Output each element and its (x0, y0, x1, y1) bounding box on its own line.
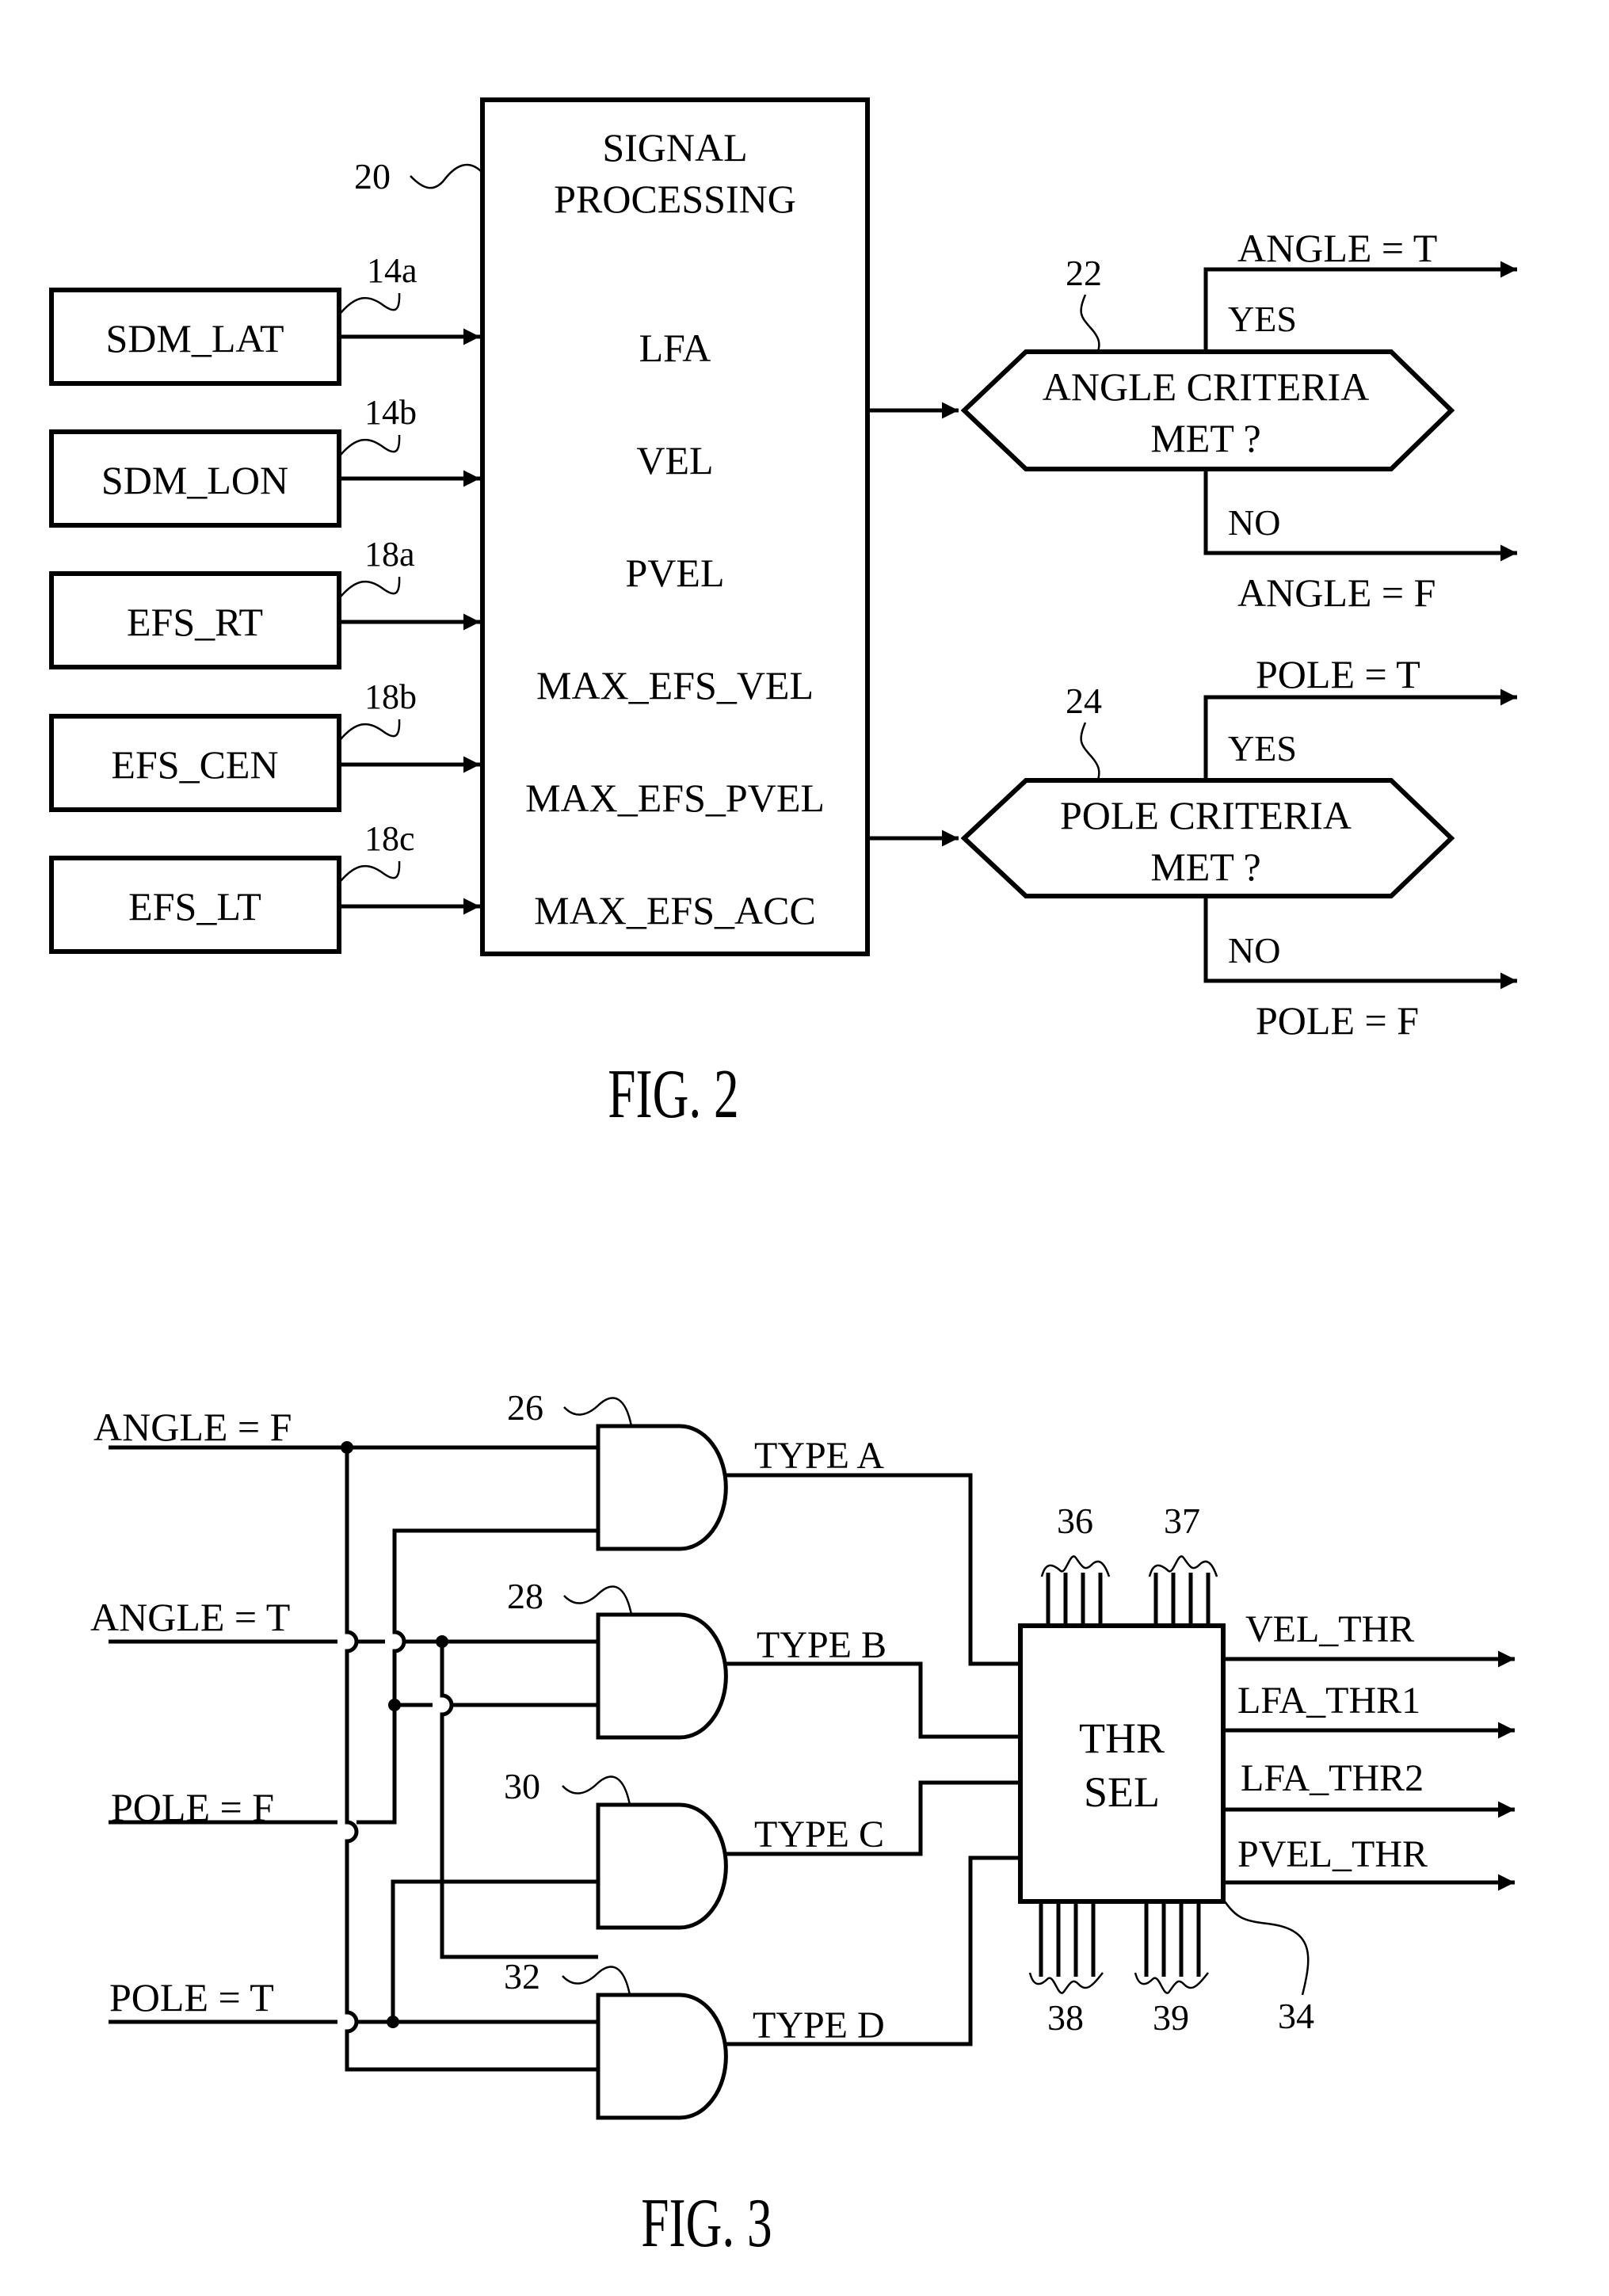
false-output-label: ANGLE = F (1237, 570, 1436, 615)
output-label: LFA_THR1 (1237, 1680, 1420, 1722)
ref-label-34: 34 (1278, 1996, 1314, 2036)
leader-squiggle (1080, 294, 1100, 353)
no-label: NO (1228, 930, 1280, 971)
ref-label: 18c (364, 819, 415, 858)
input-label: SDM_LAT (105, 316, 284, 360)
leader-squiggle (340, 292, 401, 314)
leader-squiggle (410, 163, 483, 189)
and-gate-shape (596, 1612, 728, 1740)
ref-label: 30 (504, 1766, 540, 1806)
ref-label: 32 (504, 1956, 540, 1997)
pole-criteria-decision: POLE CRITERIA MET ? 24 YES NO POLE = T P… (867, 652, 1517, 1043)
and-gate-26: 26 TYPE A (507, 1387, 884, 1551)
processor-signal: MAX_EFS_ACC (534, 888, 816, 933)
ref-label: 14a (367, 251, 418, 290)
bus-39: 39 (1134, 1901, 1209, 2038)
gate-output-label: TYPE B (757, 1624, 886, 1666)
gate-output-wires (724, 1473, 1020, 2046)
false-output-label: POLE = F (1256, 998, 1419, 1043)
figure-caption: FIG. 3 (641, 2184, 772, 2262)
patent-drawing: SIGNAL PROCESSING LFA VEL PVEL MAX_EFS_V… (49, 97, 1517, 2262)
processor-signal: PVEL (626, 551, 725, 595)
processor-signal: VEL (636, 438, 713, 482)
output-label: LFA_THR2 (1241, 1757, 1424, 1799)
input-label: EFS_LT (128, 884, 261, 929)
true-output-label: POLE = T (1256, 652, 1420, 696)
no-label: NO (1228, 502, 1280, 543)
gate-output-label: TYPE C (754, 1814, 884, 1855)
leader-squiggle (563, 1397, 633, 1427)
yes-label: YES (1228, 728, 1297, 769)
decision-line2: MET ? (1150, 845, 1260, 889)
ref-label: 14b (364, 393, 417, 432)
bus-36: 36 (1040, 1501, 1111, 1626)
yes-label: YES (1228, 299, 1297, 339)
ref-label: 36 (1057, 1501, 1093, 1541)
processor-signal: LFA (639, 326, 711, 370)
selector-line1: THR (1079, 1714, 1165, 1762)
input-label: POLE = T (109, 1975, 274, 2019)
leader-squiggle (340, 860, 401, 882)
and-gate-shape (596, 1802, 728, 1930)
input-label: SDM_LON (101, 458, 288, 502)
leader-squiggle (340, 576, 401, 597)
and-gate-28: 28 TYPE B (507, 1576, 886, 1740)
gate-output-label: TYPE A (754, 1435, 884, 1477)
output-label: VEL_THR (1245, 1608, 1414, 1650)
leader-squiggle (563, 1585, 633, 1615)
ref-label: 18a (364, 535, 415, 574)
input-label: ANGLE = T (90, 1595, 290, 1639)
processor-signal: MAX_EFS_VEL (536, 663, 814, 707)
input-sdm-lon: SDM_LON 14b (49, 393, 480, 528)
angle-criteria-decision: ANGLE CRITERIA MET ? 22 YES NO ANGLE = T… (867, 226, 1517, 615)
bus-38: 38 (1028, 1901, 1104, 2038)
leader-squiggle (562, 1966, 631, 1996)
processor-signal: MAX_EFS_PVEL (525, 776, 825, 820)
decision-line2: MET ? (1150, 416, 1260, 460)
ref-label-20: 20 (354, 156, 391, 196)
input-label: EFS_RT (127, 600, 263, 644)
bus-37: 37 (1148, 1501, 1218, 1626)
input-sdm-lat: SDM_LAT 14a (49, 251, 480, 386)
input-label: EFS_CEN (111, 742, 278, 787)
true-output-label: ANGLE = T (1237, 226, 1437, 270)
decision-line1: POLE CRITERIA (1060, 793, 1352, 837)
ref-label: 26 (507, 1387, 543, 1428)
signal-processing-block: SIGNAL PROCESSING LFA VEL PVEL MAX_EFS_V… (354, 97, 870, 956)
leader-squiggle (1080, 722, 1100, 781)
output-label: PVEL_THR (1237, 1833, 1428, 1875)
input-efs-lt: EFS_LT 18c (49, 819, 480, 954)
figure-caption: FIG. 2 (608, 1055, 738, 1133)
threshold-selector: THR SEL 36 37 38 39 34 VEL_THR LFA_THR1 … (1018, 1501, 1515, 2038)
fig2: SIGNAL PROCESSING LFA VEL PVEL MAX_EFS_V… (49, 97, 1517, 1133)
and-gate-shape (596, 1424, 728, 1551)
ref-label: 37 (1164, 1501, 1200, 1541)
ref-label: 18b (364, 677, 417, 716)
and-gate-32: 32 TYPE D (504, 1956, 885, 2120)
selector-box (1018, 1623, 1226, 1904)
signal-processing-box (480, 97, 870, 956)
and-gate-shape (596, 1993, 728, 2120)
processor-title-line2: PROCESSING (554, 177, 796, 221)
ref-label: 39 (1153, 1997, 1189, 2038)
selector-line2: SEL (1084, 1768, 1160, 1816)
fig3: ANGLE = F ANGLE = T POLE = F POLE = T 26 (90, 1387, 1515, 2262)
input-efs-rt: EFS_RT 18a (49, 535, 480, 669)
decision-line1: ANGLE CRITERIA (1043, 364, 1369, 409)
ref-label: 28 (507, 1576, 543, 1616)
processor-title-line1: SIGNAL (602, 125, 747, 170)
leader-squiggle (340, 719, 401, 740)
ref-label-22: 22 (1066, 253, 1102, 293)
ref-label-24: 24 (1066, 681, 1102, 721)
leader-squiggle (1223, 1901, 1310, 1996)
input-label: ANGLE = F (93, 1405, 292, 1449)
gate-output-label: TYPE D (753, 2004, 885, 2046)
leader-squiggle (562, 1775, 631, 1806)
leader-squiggle (340, 434, 401, 456)
ref-label: 38 (1047, 1997, 1084, 2038)
and-gate-30: 30 TYPE C (504, 1766, 884, 1930)
input-efs-cen: EFS_CEN 18b (49, 677, 480, 812)
